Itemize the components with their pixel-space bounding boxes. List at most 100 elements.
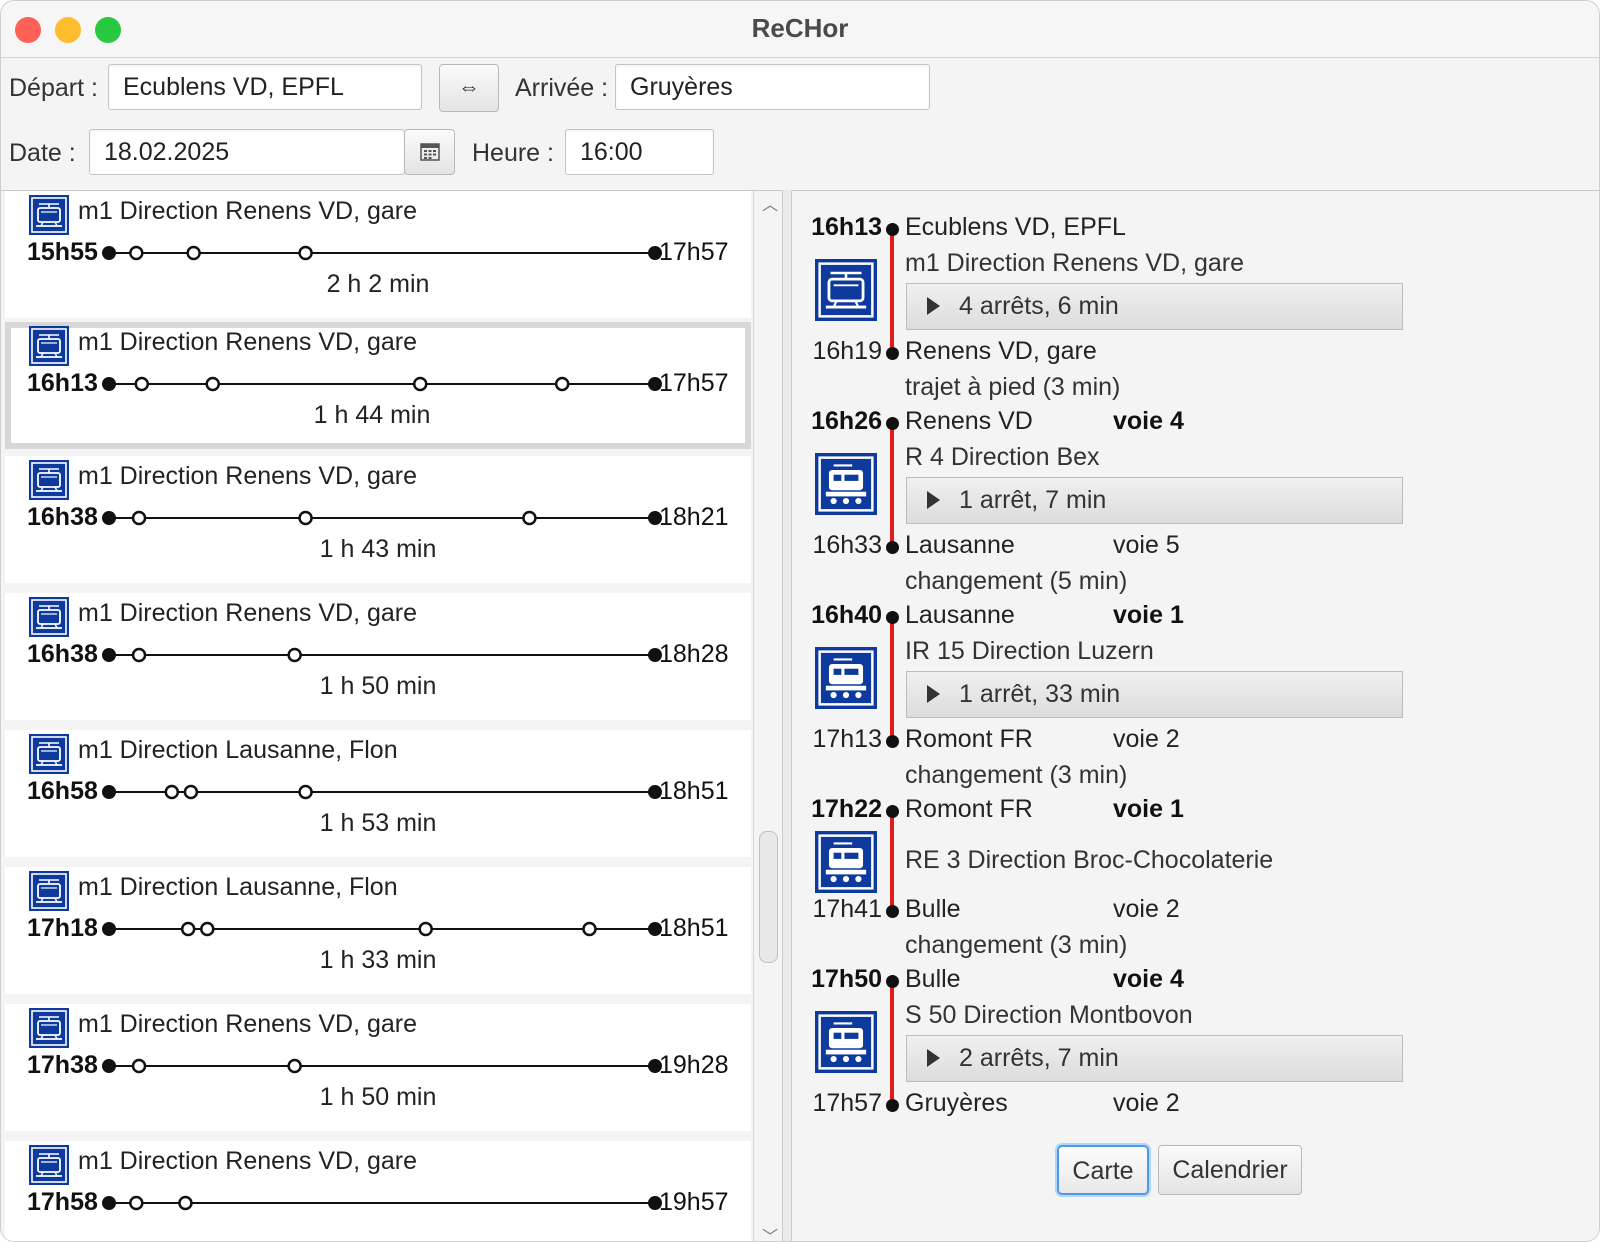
leg-arrival-time: 17h13	[812, 725, 882, 753]
train-icon	[815, 647, 877, 714]
connection-departure-time: 17h18	[27, 914, 98, 942]
intermediate-stops-toggle[interactable]: 4 arrêts, 6 min	[906, 283, 1403, 330]
train-icon	[815, 453, 877, 520]
arrivee-label: Arrivée :	[515, 74, 609, 102]
connection-duration: 1 h 53 min	[319, 809, 437, 837]
leg-departure-station: Renens VD	[905, 407, 1033, 435]
connection-item[interactable]: m1 Direction Lausanne, Flon 17h18 18h51 1 h…	[5, 867, 751, 994]
connection-arrival-time: 18h51	[659, 777, 729, 805]
leg-departure-station: Lausanne	[905, 601, 1015, 629]
leg-departure-station: Bulle	[905, 965, 961, 993]
leg-arrival-time: 16h33	[812, 531, 882, 559]
transfer-info: changement (3 min)	[905, 761, 1128, 789]
leg-arrival-platform: voie 2	[1113, 725, 1180, 753]
intermediate-stops-toggle[interactable]: 1 arrêt, 33 min	[906, 671, 1403, 718]
leg-departure-time: 17h22	[811, 795, 882, 823]
date-input[interactable]: 18.02.2025	[89, 129, 405, 175]
leg-arrival-station: Lausanne	[905, 531, 1015, 559]
connection-item[interactable]: m1 Direction Renens VD, gare 15h55 17h57 2 …	[5, 191, 751, 318]
leg-arrival-platform: voie 5	[1113, 531, 1180, 559]
departure-stop-dot	[886, 417, 899, 430]
connections-list[interactable]: m1 Direction Renens VD, gare 15h55 17h57 2 …	[1, 190, 782, 1241]
connection-item[interactable]: m1 Direction Lausanne, Flon 16h58 18h51 1 h…	[5, 730, 751, 857]
heure-label: Heure :	[472, 139, 554, 167]
connection-arrival-time: 17h57	[659, 238, 729, 266]
leg-route: IR 15 Direction Luzern	[905, 637, 1154, 665]
journey-leg-line	[890, 423, 894, 547]
window-title: ReCHor	[751, 13, 849, 43]
connection-item[interactable]: m1 Direction Renens VD, gare 16h38 18h21 1 …	[5, 456, 751, 583]
leg-arrival-platform: voie 2	[1113, 1089, 1180, 1117]
departure-stop-dot	[886, 975, 899, 988]
arrival-stop-dot	[886, 735, 899, 748]
leg-arrival-time: 17h41	[812, 895, 882, 923]
connection-duration: 1 h 43 min	[319, 535, 437, 563]
leg-route: RE 3 Direction Broc-Chocolaterie	[905, 846, 1274, 874]
intermediate-stops-toggle[interactable]: 2 arrêts, 7 min	[906, 1035, 1403, 1082]
connection-arrival-time: 17h57	[659, 369, 729, 397]
journey-leg-line	[890, 981, 894, 1105]
leg-departure-station: Ecublens VD, EPFL	[905, 213, 1126, 241]
connection-duration: 1 h 50 min	[319, 1083, 437, 1111]
swap-stations-button[interactable]: ⇔	[439, 64, 499, 112]
departure-stop-dot	[886, 805, 899, 818]
leg-departure-platform: voie 1	[1113, 601, 1184, 629]
connection-departure-time: 15h55	[27, 238, 98, 266]
connection-arrival-time: 18h21	[659, 503, 729, 531]
leg-arrival-station: Gruyères	[905, 1089, 1008, 1117]
split-pane-divider[interactable]	[782, 190, 792, 1241]
scroll-down-arrow-icon[interactable]: ﹀	[762, 1223, 778, 1241]
connection-departure-time: 16h38	[27, 640, 98, 668]
transfer-info: changement (3 min)	[905, 931, 1128, 959]
leg-departure-platform: voie 4	[1113, 407, 1184, 435]
leg-route: S 50 Direction Montbovon	[905, 1001, 1193, 1029]
transfer-info: changement (5 min)	[905, 567, 1128, 595]
train-icon	[815, 831, 877, 898]
map-button[interactable]: Carte	[1057, 1145, 1149, 1195]
date-picker-button[interactable]	[404, 129, 455, 175]
connection-details: 16h13 Ecublens VD, EPFL m1 Direction Renen…	[792, 190, 1599, 1241]
connection-arrival-time: 19h28	[659, 1051, 729, 1079]
leg-departure-platform: voie 1	[1113, 795, 1184, 823]
leg-departure-time: 16h26	[811, 407, 882, 435]
leg-arrival-time: 17h57	[812, 1089, 882, 1117]
disclosure-triangle-icon	[927, 491, 940, 509]
metro-icon	[815, 259, 877, 326]
connection-timeline	[102, 1195, 662, 1211]
connection-departure-time: 17h38	[27, 1051, 98, 1079]
connection-departure-time: 16h13	[27, 369, 98, 397]
journey-leg-line	[890, 811, 894, 911]
departure-stop-dot	[886, 223, 899, 236]
arrivee-input[interactable]: Gruyères	[615, 64, 930, 110]
calendar-button[interactable]: Calendrier	[1158, 1145, 1302, 1195]
leg-arrival-station: Bulle	[905, 895, 961, 923]
train-icon	[815, 1011, 877, 1078]
arrival-stop-dot	[886, 541, 899, 554]
leg-arrival-time: 16h19	[812, 337, 882, 365]
depart-input[interactable]: Ecublens VD, EPFL	[108, 64, 422, 110]
intermediate-stops-summary: 1 arrêt, 7 min	[959, 486, 1107, 514]
date-label: Date :	[9, 139, 76, 167]
scroll-thumb[interactable]	[759, 831, 778, 963]
leg-arrival-station: Romont FR	[905, 725, 1033, 753]
leg-departure-platform: voie 4	[1113, 965, 1184, 993]
journey-leg-line	[890, 617, 894, 741]
scroll-up-arrow-icon[interactable]: ︿	[762, 191, 778, 215]
heure-input[interactable]: 16:00	[565, 129, 714, 175]
leg-arrival-platform: voie 2	[1113, 895, 1180, 923]
connection-item[interactable]: m1 Direction Renens VD, gare 16h38 18h28 1 …	[5, 593, 751, 720]
leg-arrival-station: Renens VD, gare	[905, 337, 1097, 365]
arrival-stop-dot	[886, 1099, 899, 1112]
departure-stop-dot	[886, 611, 899, 624]
intermediate-stops-summary: 1 arrêt, 33 min	[959, 680, 1121, 708]
intermediate-stops-summary: 4 arrêts, 6 min	[959, 292, 1119, 320]
connection-item[interactable]: m1 Direction Renens VD, gare 17h58 19h57	[5, 1141, 751, 1241]
connection-arrival-time: 18h28	[659, 640, 729, 668]
connection-item[interactable]: m1 Direction Renens VD, gare 17h38 19h28 1 …	[5, 1004, 751, 1131]
connection-duration: 1 h 44 min	[313, 401, 431, 429]
leg-departure-station: Romont FR	[905, 795, 1033, 823]
intermediate-stops-toggle[interactable]: 1 arrêt, 7 min	[906, 477, 1403, 524]
connection-item[interactable]: m1 Direction Renens VD, gare 16h13 17h57 1 …	[5, 322, 751, 449]
arrival-stop-dot	[886, 347, 899, 360]
connections-scrollbar[interactable]: ︿ ﹀	[753, 191, 782, 1241]
